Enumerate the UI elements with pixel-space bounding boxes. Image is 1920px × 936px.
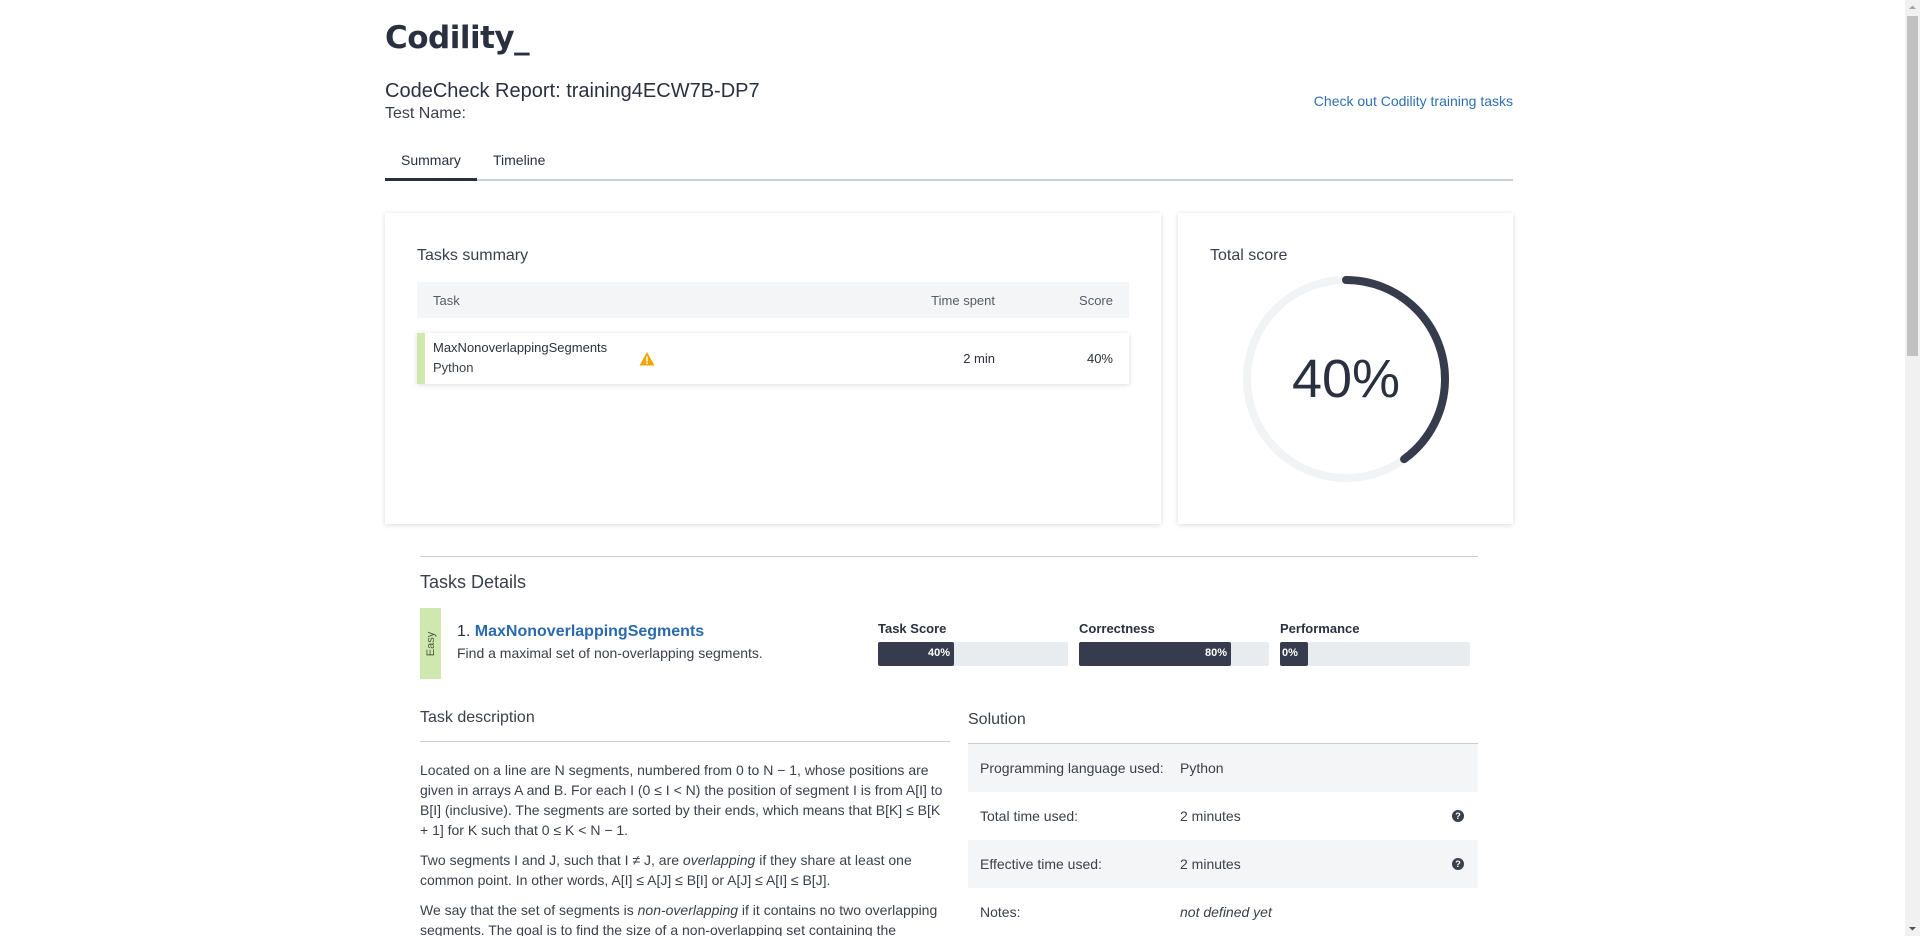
total-score-value: 40% <box>1291 349 1401 409</box>
progress-value: 0% <box>1282 647 1298 659</box>
total-score-card: Total score 40% <box>1178 213 1513 524</box>
page-scrollbar[interactable] <box>1905 0 1920 936</box>
difficulty-label: Easy <box>424 631 437 656</box>
task-time: 2 min <box>963 351 995 366</box>
help-icon[interactable]: ? <box>1452 858 1464 870</box>
progress-bar: 80% <box>1079 642 1269 666</box>
progress-bar: 0% <box>1280 642 1470 666</box>
total-score-title: Total score <box>1210 247 1288 264</box>
task-language: Python <box>433 360 474 375</box>
solution-row: Effective time used: 2 minutes ? <box>968 840 1478 888</box>
solution-title: Solution <box>968 711 1478 744</box>
tab-summary[interactable]: Summary <box>401 152 461 168</box>
training-tasks-link[interactable]: Check out Codility training tasks <box>1314 93 1513 109</box>
solution-value: Python <box>1180 760 1224 776</box>
test-name-label: Test Name: <box>385 105 466 122</box>
metric-label: Task Score <box>878 621 947 636</box>
difficulty-badge: Easy <box>420 608 441 679</box>
column-header-task: Task <box>433 293 460 308</box>
tasks-summary-card: Tasks summary Task Time spent Score MaxN… <box>385 213 1161 524</box>
solution-panel: Solution Programming language used: Pyth… <box>968 711 1478 936</box>
task-description-text: Located on a line are N segments, number… <box>420 760 950 936</box>
progress-value: 40% <box>928 647 951 659</box>
warning-icon <box>639 352 655 366</box>
column-header-score: Score <box>1079 293 1113 308</box>
metric-label: Correctness <box>1079 621 1155 636</box>
task-description: Task description Located on a line are N… <box>420 709 950 936</box>
tab-timeline[interactable]: Timeline <box>493 152 545 168</box>
page-title: CodeCheck Report: training4ECW7B-DP7 <box>385 80 760 102</box>
solution-key: Notes: <box>980 904 1021 920</box>
metric-correctness: Correctness 80% <box>1079 621 1269 666</box>
tasks-summary-title: Tasks summary <box>417 247 529 264</box>
codility-logo: Codility_ <box>385 20 530 56</box>
table-row[interactable]: MaxNonoverlappingSegments Python 2 min 4… <box>417 333 1129 384</box>
solution-key: Effective time used: <box>980 856 1102 872</box>
tasks-details-section: Tasks Details Easy 1. MaxNonoverlappingS… <box>420 556 1478 936</box>
solution-value: 2 minutes <box>1180 856 1241 872</box>
description-paragraph: Two segments I and J, such that I ≠ J, a… <box>420 852 912 888</box>
metric-performance: Performance 0% <box>1280 621 1470 666</box>
scroll-up-arrow-icon[interactable] <box>1905 0 1920 15</box>
task-subtitle: Find a maximal set of non-overlapping se… <box>457 645 763 661</box>
description-paragraph: We say that the set of segments is non-o… <box>420 902 938 936</box>
scroll-down-arrow-icon[interactable] <box>1905 921 1920 936</box>
task-number: 1. <box>457 623 471 640</box>
tasks-details-title: Tasks Details <box>420 572 527 592</box>
row-accent <box>417 333 425 384</box>
solution-row: Notes: not defined yet <box>968 888 1478 936</box>
metric-label: Performance <box>1280 621 1360 636</box>
progress-bar: 40% <box>878 642 1068 666</box>
solution-row: Programming language used: Python <box>968 744 1478 792</box>
task-score: 40% <box>1086 351 1113 366</box>
help-icon[interactable]: ? <box>1452 810 1464 822</box>
progress-value: 80% <box>1205 647 1228 659</box>
solution-row: Total time used: 2 minutes ? <box>968 792 1478 840</box>
column-header-time: Time spent <box>931 293 995 308</box>
metric-task-score: Task Score 40% <box>878 621 1068 666</box>
description-paragraph: Located on a line are N segments, number… <box>420 762 943 838</box>
task-heading: 1. MaxNonoverlappingSegments <box>457 623 704 641</box>
report-tabs: Summary Timeline <box>385 140 1513 181</box>
active-tab-indicator <box>385 178 477 181</box>
solution-key: Total time used: <box>980 808 1079 824</box>
task-name: MaxNonoverlappingSegments <box>433 340 608 355</box>
solution-value: not defined yet <box>1180 904 1272 920</box>
task-description-title: Task description <box>420 709 950 742</box>
solution-key: Programming language used: <box>980 760 1164 776</box>
tasks-summary-header: Task Time spent Score <box>417 282 1129 318</box>
scrollbar-thumb[interactable] <box>1907 16 1918 356</box>
task-name-link[interactable]: MaxNonoverlappingSegments <box>475 623 704 640</box>
solution-value: 2 minutes <box>1180 808 1241 824</box>
